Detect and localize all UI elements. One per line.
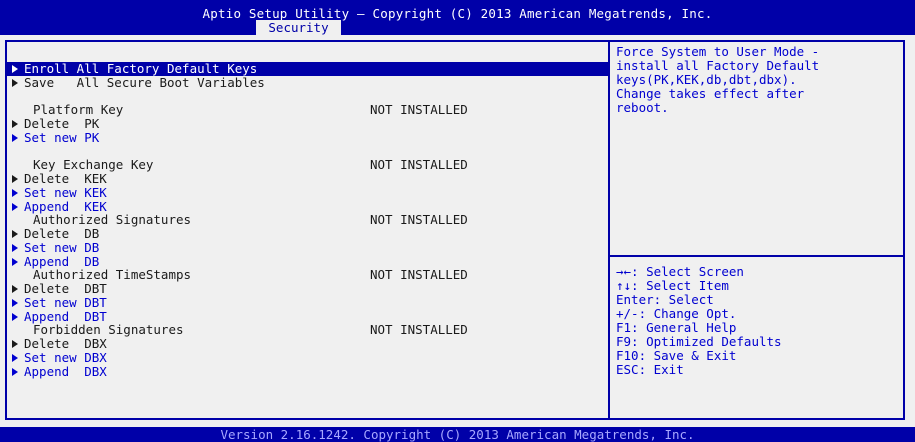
key-status-value: NOT INSTALLED [370, 102, 468, 118]
key-status-value: NOT INSTALLED [370, 267, 468, 283]
footer-version: Version 2.16.1242. Copyright (C) 2013 Am… [0, 427, 915, 442]
submenu-arrow-icon [12, 243, 18, 252]
key-help-enter: Enter: Select [616, 292, 714, 307]
menu-item-save-all-secure-boot-variables[interactable]: Save All Secure Boot Variables [7, 74, 607, 90]
menu-item-set-new-pk[interactable]: Set new PK [7, 129, 607, 145]
submenu-arrow-icon [12, 78, 18, 87]
key-status-value: NOT INSTALLED [370, 212, 468, 228]
submenu-arrow-icon [12, 120, 18, 128]
key-help-esc-exit: ESC: Exit [616, 362, 684, 377]
menu-item-label: Set new DB [24, 239, 100, 255]
menu-item-delete-dbt[interactable]: Delete DBT [7, 282, 607, 296]
app-title: Aptio Setup Utility – Copyright (C) 2013… [202, 6, 713, 21]
submenu-arrow-icon [12, 312, 18, 321]
menu-item-append-dbx[interactable]: Append DBX [7, 363, 607, 379]
horizontal-divider [610, 255, 905, 257]
tab-security[interactable]: Security [256, 20, 341, 35]
menu-item-label: Delete DBT [24, 281, 107, 296]
submenu-arrow-icon [12, 285, 18, 293]
submenu-arrow-icon [12, 298, 18, 307]
menu-item-set-new-db[interactable]: Set new DB [7, 239, 607, 255]
submenu-arrow-icon [12, 340, 18, 348]
menu-item-label: Delete PK [24, 116, 100, 131]
submenu-arrow-icon [12, 65, 18, 73]
menu-item-set-new-kek[interactable]: Set new KEK [7, 184, 607, 200]
key-help-general-help: F1: General Help [616, 320, 737, 335]
key-help-optimized-defaults: F9: Optimized Defaults [616, 334, 782, 349]
key-help-list: →←: Select Screen ↑↓: Select Item Enter:… [616, 265, 782, 377]
menu-item-delete-dbx[interactable]: Delete DBX [7, 337, 607, 351]
menu-item-label: Set new PK [24, 129, 100, 145]
submenu-arrow-icon [12, 188, 18, 197]
key-status-value: NOT INSTALLED [370, 157, 468, 173]
submenu-arrow-icon [12, 257, 18, 266]
menu-item-delete-kek[interactable]: Delete KEK [7, 172, 607, 186]
submenu-arrow-icon [12, 175, 18, 183]
key-help-change-opt: +/-: Change Opt. [616, 306, 737, 321]
menu-item-set-new-dbx[interactable]: Set new DBX [7, 349, 607, 365]
title-bar: Aptio Setup Utility – Copyright (C) 2013… [0, 0, 915, 35]
menu-item-label: Delete DBX [24, 336, 107, 351]
key-help-save-exit: F10: Save & Exit [616, 348, 737, 363]
menu-item-label: Append DBX [24, 363, 107, 379]
menu-item-label: Set new DBX [24, 349, 107, 365]
menu-item-label: Set new KEK [24, 184, 107, 200]
submenu-arrow-icon [12, 367, 18, 376]
menu-item-label: Save All Secure Boot Variables [24, 74, 265, 90]
menu-item-delete-db[interactable]: Delete DB [7, 227, 607, 241]
menu-item-enroll-all-factory-default-keys[interactable]: Enroll All Factory Default Keys [7, 62, 607, 76]
menu-item-label: Delete DB [24, 226, 100, 241]
menu-item-label: Set new DBT [24, 294, 107, 310]
submenu-arrow-icon [12, 202, 18, 211]
key-help-select-screen: →←: Select Screen [616, 264, 744, 279]
main-panel: Enroll All Factory Default Keys Save All … [0, 35, 915, 427]
key-help-select-item: ↑↓: Select Item [616, 278, 729, 293]
vertical-divider [608, 40, 610, 420]
menu-item-delete-pk[interactable]: Delete PK [7, 117, 607, 131]
menu-item-set-new-dbt[interactable]: Set new DBT [7, 294, 607, 310]
submenu-arrow-icon [12, 353, 18, 362]
submenu-arrow-icon [12, 230, 18, 238]
key-status-value: NOT INSTALLED [370, 322, 468, 338]
help-text: Force System to User Mode - install all … [616, 44, 820, 115]
submenu-arrow-icon [12, 133, 18, 142]
menu-item-label: Delete KEK [24, 171, 107, 186]
menu-item-label: Enroll All Factory Default Keys [24, 61, 258, 76]
